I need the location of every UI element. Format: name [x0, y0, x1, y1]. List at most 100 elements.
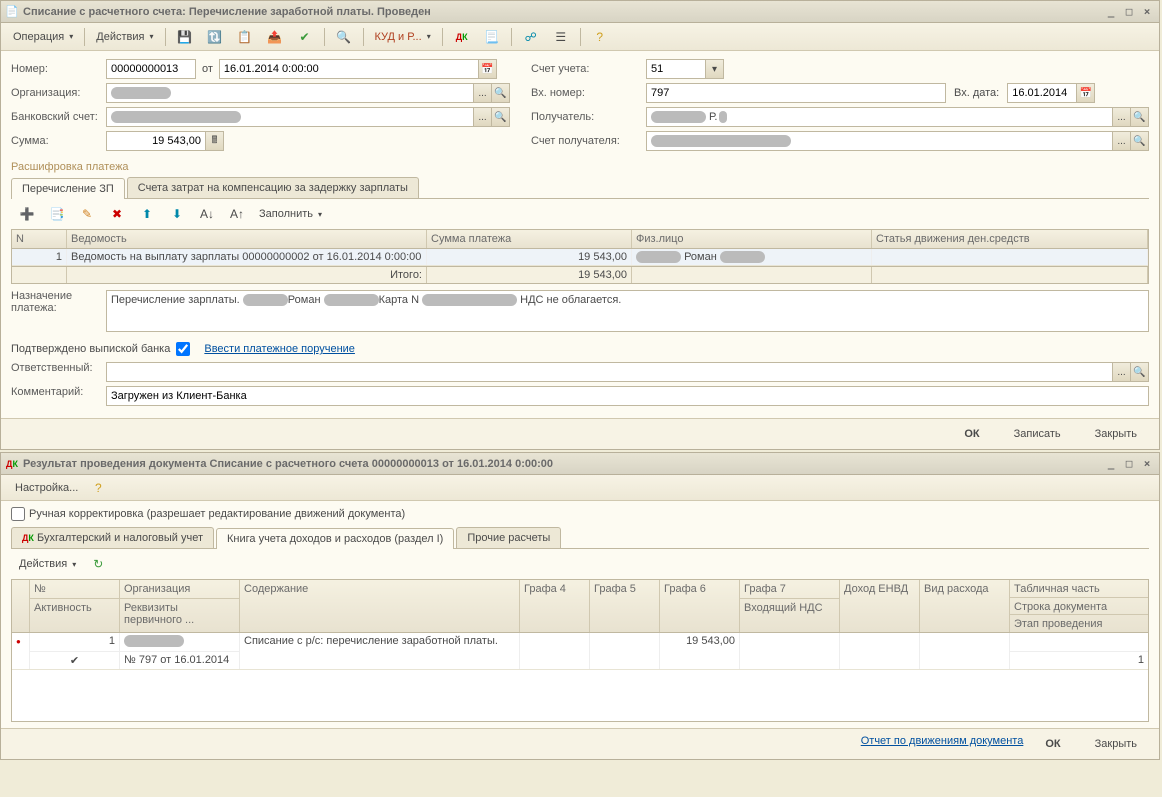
- col-req: Реквизиты первичного ...: [120, 598, 239, 632]
- minimize-button-2[interactable]: _: [1103, 457, 1119, 471]
- close-form-button-2[interactable]: Закрыть: [1083, 735, 1149, 753]
- col-g7-sub: Входящий НДС: [740, 598, 839, 632]
- find-icon[interactable]: 🔍: [330, 26, 358, 48]
- from-label: от: [196, 63, 219, 75]
- col-g7: Графа 7: [740, 580, 839, 598]
- actions-menu-2[interactable]: Действия: [13, 555, 82, 573]
- minimize-button[interactable]: _: [1103, 5, 1119, 19]
- add-icon[interactable]: ➕: [13, 203, 41, 225]
- recipient-account-label: Счет получателя:: [531, 135, 646, 147]
- fill-menu[interactable]: Заполнить: [253, 205, 328, 223]
- col-row: Строка документа: [1010, 597, 1148, 614]
- sort-desc-icon[interactable]: A↑: [223, 203, 251, 225]
- actions-menu[interactable]: Действия: [90, 28, 159, 46]
- window-title: Списание с расчетного счета: Перечислени…: [23, 6, 1103, 18]
- purpose-label: Назначение платежа:: [11, 290, 106, 314]
- move-up-icon[interactable]: ⬆: [133, 203, 161, 225]
- responsible-input[interactable]: [106, 362, 1113, 382]
- date-input[interactable]: [219, 59, 479, 79]
- responsible-open-icon[interactable]: 🔍: [1131, 362, 1149, 382]
- col-g6: Графа 6: [660, 580, 740, 632]
- document-icon: 📄: [5, 5, 19, 19]
- sum-input[interactable]: [106, 131, 206, 151]
- movements-report-link[interactable]: Отчет по движениям документа: [861, 735, 1024, 753]
- bank-open-icon[interactable]: 🔍: [492, 107, 510, 127]
- dtkt-icon[interactable]: ДК: [448, 26, 476, 48]
- copy-icon[interactable]: 📋: [231, 26, 259, 48]
- titlebar-2: ДК Результат проведения документа Списан…: [1, 453, 1159, 475]
- recipient-account-input[interactable]: [646, 131, 1113, 151]
- col-num: №: [30, 580, 119, 598]
- grid-row-2[interactable]: ● 1 ✔ № 797 от 16.01.2014 Списание с р/с…: [12, 633, 1148, 670]
- bank-input[interactable]: [106, 107, 474, 127]
- main-toolbar: Операция Действия 💾 🔃 📋 📤 ✔ 🔍 КУД и Р...…: [1, 23, 1159, 51]
- org-label: Организация:: [11, 87, 106, 99]
- save-icon[interactable]: 💾: [171, 26, 199, 48]
- list-icon[interactable]: ☰: [547, 26, 575, 48]
- write-button[interactable]: Записать: [1002, 425, 1073, 443]
- titlebar: 📄 Списание с расчетного счета: Перечисле…: [1, 1, 1159, 23]
- account-select-icon[interactable]: ▾: [706, 59, 724, 79]
- close-button-2[interactable]: ×: [1139, 457, 1155, 471]
- refresh-icon-2[interactable]: ↻: [84, 553, 112, 575]
- operation-menu[interactable]: Операция: [7, 28, 79, 46]
- help-icon-2[interactable]: ?: [84, 477, 112, 499]
- help-icon[interactable]: ?: [586, 26, 614, 48]
- col-stage: Этап проведения: [1010, 614, 1148, 632]
- ok-button[interactable]: ОК: [952, 425, 991, 443]
- calendar-icon[interactable]: 📅: [479, 59, 497, 79]
- col-activity: Активность: [30, 598, 119, 632]
- bank-select-icon[interactable]: ...: [474, 107, 492, 127]
- responsible-select-icon[interactable]: ...: [1113, 362, 1131, 382]
- report-icon[interactable]: 📃: [478, 26, 506, 48]
- recipient-label: Получатель:: [531, 111, 646, 123]
- in-num-input[interactable]: [646, 83, 946, 103]
- in-date-calendar-icon[interactable]: 📅: [1077, 83, 1095, 103]
- tab-book[interactable]: Книга учета доходов и расходов (раздел I…: [216, 528, 454, 549]
- structure-icon[interactable]: ☍: [517, 26, 545, 48]
- grid-row[interactable]: 1 Ведомость на выплату зарплаты 00000000…: [12, 249, 1148, 266]
- recipient-account-open-icon[interactable]: 🔍: [1131, 131, 1149, 151]
- confirmed-checkbox[interactable]: [176, 342, 190, 356]
- number-label: Номер:: [11, 63, 106, 75]
- settings-button[interactable]: Настройка...: [9, 479, 84, 497]
- window-title-2: Результат проведения документа Списание …: [23, 458, 1103, 470]
- manual-correction-checkbox[interactable]: [11, 507, 25, 521]
- org-select-icon[interactable]: ...: [474, 83, 492, 103]
- enter-payment-link[interactable]: Ввести платежное поручение: [204, 343, 355, 355]
- move-down-icon[interactable]: ⬇: [163, 203, 191, 225]
- tab-accounting[interactable]: ДК Бухгалтерский и налоговый учет: [11, 527, 214, 548]
- refresh-icon[interactable]: 🔃: [201, 26, 229, 48]
- recipient-select-icon[interactable]: ...: [1113, 107, 1131, 127]
- col-person: Физ.лицо: [632, 230, 872, 248]
- tab-other[interactable]: Прочие расчеты: [456, 527, 561, 548]
- org-input[interactable]: [106, 83, 474, 103]
- recipient-account-select-icon[interactable]: ...: [1113, 131, 1131, 151]
- ok-button-2[interactable]: ОК: [1033, 735, 1072, 753]
- close-form-button[interactable]: Закрыть: [1083, 425, 1149, 443]
- delete-icon[interactable]: ✖: [103, 203, 131, 225]
- in-date-input[interactable]: [1007, 83, 1077, 103]
- tab-transfer[interactable]: Перечисление ЗП: [11, 178, 125, 199]
- bank-label: Банковский счет:: [11, 111, 106, 123]
- add-copy-icon[interactable]: 📑: [43, 203, 71, 225]
- purpose-textarea[interactable]: Перечисление зарплаты. Роман Карта N НДС…: [106, 290, 1149, 332]
- kudir-menu[interactable]: КУД и Р...: [369, 28, 437, 46]
- maximize-button[interactable]: □: [1121, 5, 1137, 19]
- col-income: Доход ЕНВД: [840, 580, 920, 632]
- number-input[interactable]: [106, 59, 196, 79]
- post-icon[interactable]: ✔: [291, 26, 319, 48]
- recipient-input[interactable]: Р.: [646, 107, 1113, 127]
- section-title: Расшифровка платежа: [11, 155, 1149, 175]
- close-button[interactable]: ×: [1139, 5, 1155, 19]
- account-input[interactable]: [646, 59, 706, 79]
- comment-input[interactable]: [106, 386, 1149, 406]
- org-open-icon[interactable]: 🔍: [492, 83, 510, 103]
- export-icon[interactable]: 📤: [261, 26, 289, 48]
- recipient-open-icon[interactable]: 🔍: [1131, 107, 1149, 127]
- sort-asc-icon[interactable]: A↓: [193, 203, 221, 225]
- edit-icon[interactable]: ✎: [73, 203, 101, 225]
- calc-icon[interactable]: 🖩: [206, 131, 224, 151]
- maximize-button-2[interactable]: □: [1121, 457, 1137, 471]
- tab-compensation[interactable]: Счета затрат на компенсацию за задержку …: [127, 177, 419, 198]
